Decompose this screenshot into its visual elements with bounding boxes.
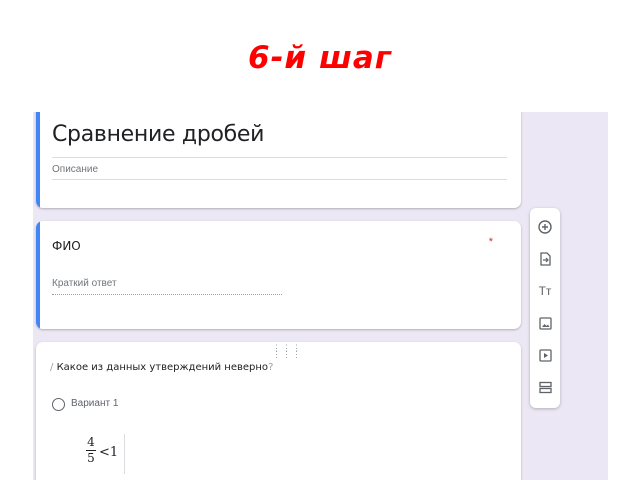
description-underline (52, 179, 507, 180)
image-icon[interactable] (537, 315, 553, 331)
form-description[interactable]: Описание (52, 164, 98, 175)
radio-option-icon[interactable] (52, 398, 65, 411)
google-forms-editor: Сравнение дробей Описание ФИО * Краткий … (33, 112, 608, 480)
title-underline (52, 157, 507, 158)
section-icon[interactable] (537, 379, 553, 395)
floating-toolbar: Тт (530, 208, 560, 408)
question-text[interactable]: / Какое из данных утверждений неверно? (50, 362, 273, 373)
bracket-right: ? (268, 362, 274, 373)
required-asterisk: * (488, 236, 493, 248)
fraction-denominator: 5 (87, 451, 95, 465)
video-icon[interactable] (537, 347, 553, 363)
fio-question-card[interactable]: ФИО * Краткий ответ (36, 221, 521, 329)
question-title[interactable]: ФИО (52, 239, 81, 253)
question-text-value: Какое из данных утверждений неверно (56, 362, 269, 373)
answer-dotted-line (52, 294, 282, 295)
fraction-relation: <1 (99, 445, 119, 460)
multiple-choice-question-card[interactable]: ⋮⋮⋮ ⋮⋮⋮ / Какое из данных утверждений нев… (36, 342, 521, 480)
option-label[interactable]: Вариант 1 (71, 398, 118, 409)
fraction-numerator: 4 (87, 435, 95, 449)
drag-handle-icon[interactable]: ⋮⋮⋮ ⋮⋮⋮ (272, 344, 302, 359)
fraction-image[interactable]: 4 5 <1 (84, 434, 125, 474)
short-answer-placeholder: Краткий ответ (52, 278, 117, 289)
import-questions-icon[interactable] (537, 251, 553, 267)
fraction: 4 5 (86, 436, 96, 465)
slide-title: 6-й шаг (248, 40, 392, 76)
form-header-card[interactable]: Сравнение дробей Описание (36, 112, 521, 208)
form-title[interactable]: Сравнение дробей (52, 122, 264, 147)
add-question-icon[interactable] (537, 219, 553, 235)
title-text-icon[interactable]: Тт (537, 283, 553, 299)
